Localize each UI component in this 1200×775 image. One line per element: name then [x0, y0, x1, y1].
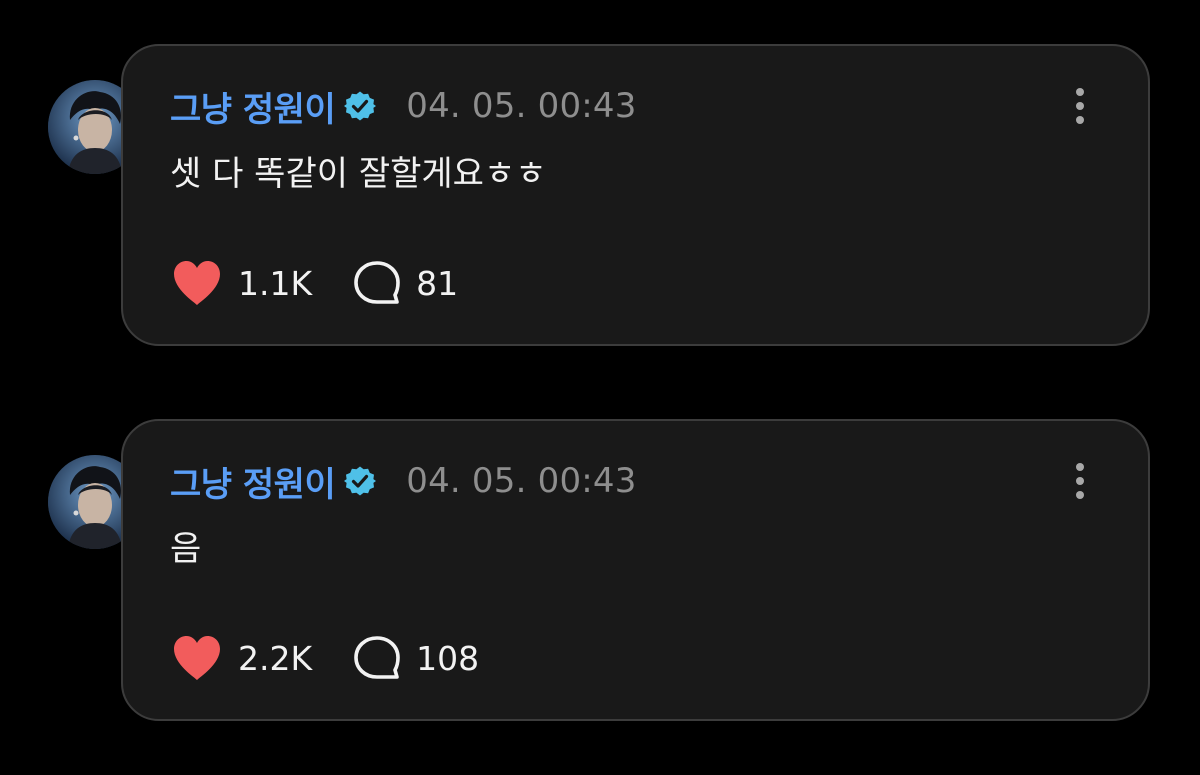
like-count: 1.1K [238, 263, 313, 303]
speech-bubble-icon [354, 636, 400, 679]
comment-count: 81 [416, 263, 459, 303]
post-header: 그냥 정원이 04. 05. 00:43 [170, 457, 637, 506]
heart-icon [174, 261, 220, 305]
author-name[interactable]: 그냥 정원이 [170, 457, 336, 506]
post-text: 음 [170, 529, 202, 569]
author-name[interactable]: 그냥 정원이 [170, 82, 336, 131]
verified-badge-icon [344, 90, 377, 122]
like-button[interactable]: 1.1K [170, 258, 312, 308]
post-actions: 1.1K 81 [170, 256, 458, 310]
comment-button[interactable]: 81 [352, 259, 458, 307]
more-options-icon[interactable] [1070, 86, 1090, 126]
comment-button[interactable]: 108 [352, 634, 479, 682]
comment-count: 108 [416, 638, 480, 678]
like-count: 2.2K [238, 638, 313, 678]
post-card: 그냥 정원이 04. 05. 00:43 음 2.2K 108 [121, 419, 1150, 721]
more-options-icon[interactable] [1070, 461, 1090, 501]
post-header: 그냥 정원이 04. 05. 00:43 [170, 82, 637, 131]
speech-bubble-icon [354, 261, 400, 304]
post-timestamp: 04. 05. 00:43 [406, 86, 637, 126]
post-card: 그냥 정원이 04. 05. 00:43 셋 다 똑같이 잘할게요ㅎㅎ 1.1K [121, 44, 1150, 346]
post-timestamp: 04. 05. 00:43 [406, 461, 637, 501]
heart-icon [174, 636, 220, 680]
post-actions: 2.2K 108 [170, 631, 479, 685]
post-text: 셋 다 똑같이 잘할게요ㅎㅎ [170, 154, 547, 194]
like-button[interactable]: 2.2K [170, 633, 312, 683]
verified-badge-icon [344, 465, 377, 497]
